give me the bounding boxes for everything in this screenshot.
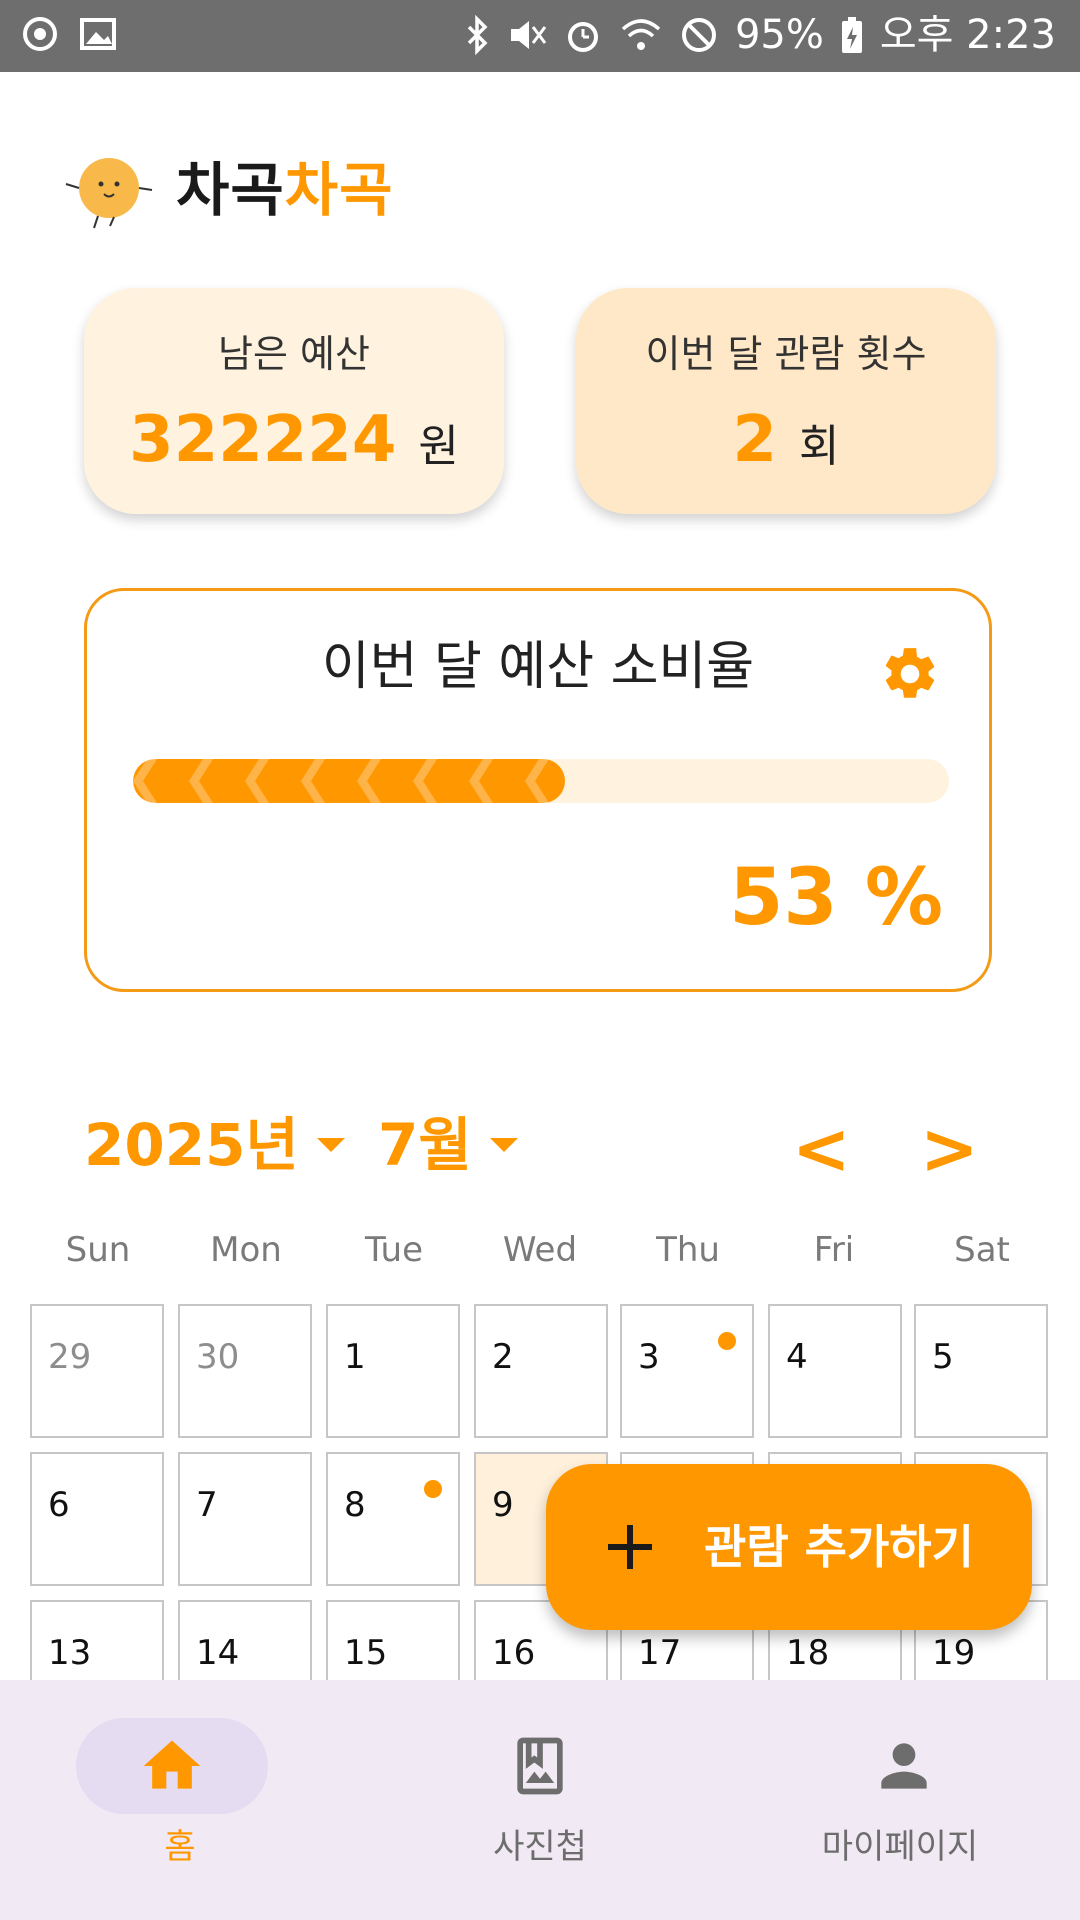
weekday-sun: Sun — [65, 1230, 131, 1270]
viewing-count-unit: 회 — [799, 421, 840, 472]
weekday-sat: Sat — [954, 1230, 1010, 1270]
event-dot — [718, 1332, 736, 1350]
power-sync-icon — [20, 14, 60, 54]
budget-ratio-panel: 이번 달 예산 소비율 53 % — [84, 588, 992, 992]
weekday-wed: Wed — [502, 1230, 578, 1270]
status-right-icons: 95% 오후 2:23 — [465, 12, 1056, 58]
status-left-icons — [20, 14, 118, 54]
plus-icon — [604, 1521, 656, 1573]
logo-mascot — [64, 152, 154, 232]
chevron-down-icon — [316, 1138, 345, 1152]
chevron-down-icon — [489, 1138, 518, 1152]
remaining-budget-value: 322224 — [129, 403, 397, 477]
nav-label-home: 홈 — [164, 1827, 196, 1867]
battery-percent: 95% — [734, 12, 824, 58]
person-icon — [870, 1732, 938, 1800]
calendar-day[interactable]: 30 — [178, 1304, 312, 1438]
calendar-day[interactable]: 5 — [914, 1304, 1048, 1438]
calendar-day[interactable]: 8 — [326, 1452, 460, 1586]
bluetooth-icon — [465, 15, 491, 55]
nav-label-mypage: 마이페이지 — [821, 1827, 979, 1867]
nav-item-mypage[interactable]: 마이페이지 — [720, 1680, 1080, 1920]
calendar-day[interactable]: 4 — [768, 1304, 902, 1438]
calendar-day[interactable]: 6 — [30, 1452, 164, 1586]
calendar-day[interactable]: 3 — [620, 1304, 754, 1438]
settings-gear-icon[interactable] — [879, 643, 941, 705]
wifi-icon — [619, 15, 663, 55]
photo-album-icon — [506, 1732, 574, 1800]
nav-label-photo-album: 사진첩 — [493, 1827, 587, 1867]
prev-month-button[interactable]: < — [792, 1112, 851, 1186]
calendar-day[interactable]: 29 — [30, 1304, 164, 1438]
remaining-budget-unit: 원 — [418, 421, 459, 472]
remaining-budget-label: 남은 예산 — [218, 332, 370, 376]
budget-ratio-percent: 53 % — [729, 853, 943, 943]
month-dropdown[interactable]: 7월 — [378, 1108, 518, 1182]
calendar-day[interactable]: 2 — [474, 1304, 608, 1438]
battery-icon — [840, 15, 864, 55]
budget-progress-bar — [133, 759, 949, 803]
weekday-thu: Thu — [656, 1230, 720, 1270]
home-icon — [138, 1732, 206, 1800]
alarm-icon — [563, 15, 603, 55]
month-label: 7월 — [378, 1111, 472, 1179]
remaining-budget-card: 남은 예산 322224 원 — [84, 288, 504, 514]
no-sim-icon — [679, 15, 719, 55]
add-viewing-label: 관람 추가하기 — [704, 1520, 974, 1574]
next-month-button[interactable]: > — [920, 1112, 979, 1186]
event-dot — [424, 1480, 442, 1498]
app-title-part1: 차곡 — [176, 156, 285, 224]
status-bar: 95% 오후 2:23 — [0, 0, 1080, 72]
nav-item-photo-album[interactable]: 사진첩 — [360, 1680, 720, 1920]
calendar-day[interactable]: 7 — [178, 1452, 312, 1586]
budget-ratio-title: 이번 달 예산 소비율 — [321, 637, 755, 697]
viewing-count-value: 2 — [732, 403, 778, 477]
app-title-part2: 차곡 — [284, 156, 394, 224]
viewing-count-label: 이번 달 관람 횟수 — [645, 332, 927, 376]
year-label: 2025년 — [84, 1111, 299, 1179]
viewing-count-card: 이번 달 관람 횟수 2 회 — [576, 288, 996, 514]
image-icon — [78, 14, 118, 54]
nav-item-home[interactable]: 홈 — [0, 1680, 360, 1920]
app-title: 차곡차곡 — [176, 152, 393, 228]
clock: 오후 2:23 — [879, 12, 1056, 58]
calendar-day[interactable]: 1 — [326, 1304, 460, 1438]
weekday-tue: Tue — [364, 1230, 424, 1270]
budget-progress-fill — [133, 759, 566, 803]
mute-icon — [507, 15, 547, 55]
weekday-mon: Mon — [210, 1230, 282, 1270]
year-dropdown[interactable]: 2025년 — [84, 1108, 345, 1182]
bottom-navigation: 홈 사진첩 마이페이지 — [0, 1680, 1080, 1920]
add-viewing-button[interactable]: 관람 추가하기 — [546, 1464, 1032, 1630]
weekday-fri: Fri — [813, 1230, 855, 1270]
